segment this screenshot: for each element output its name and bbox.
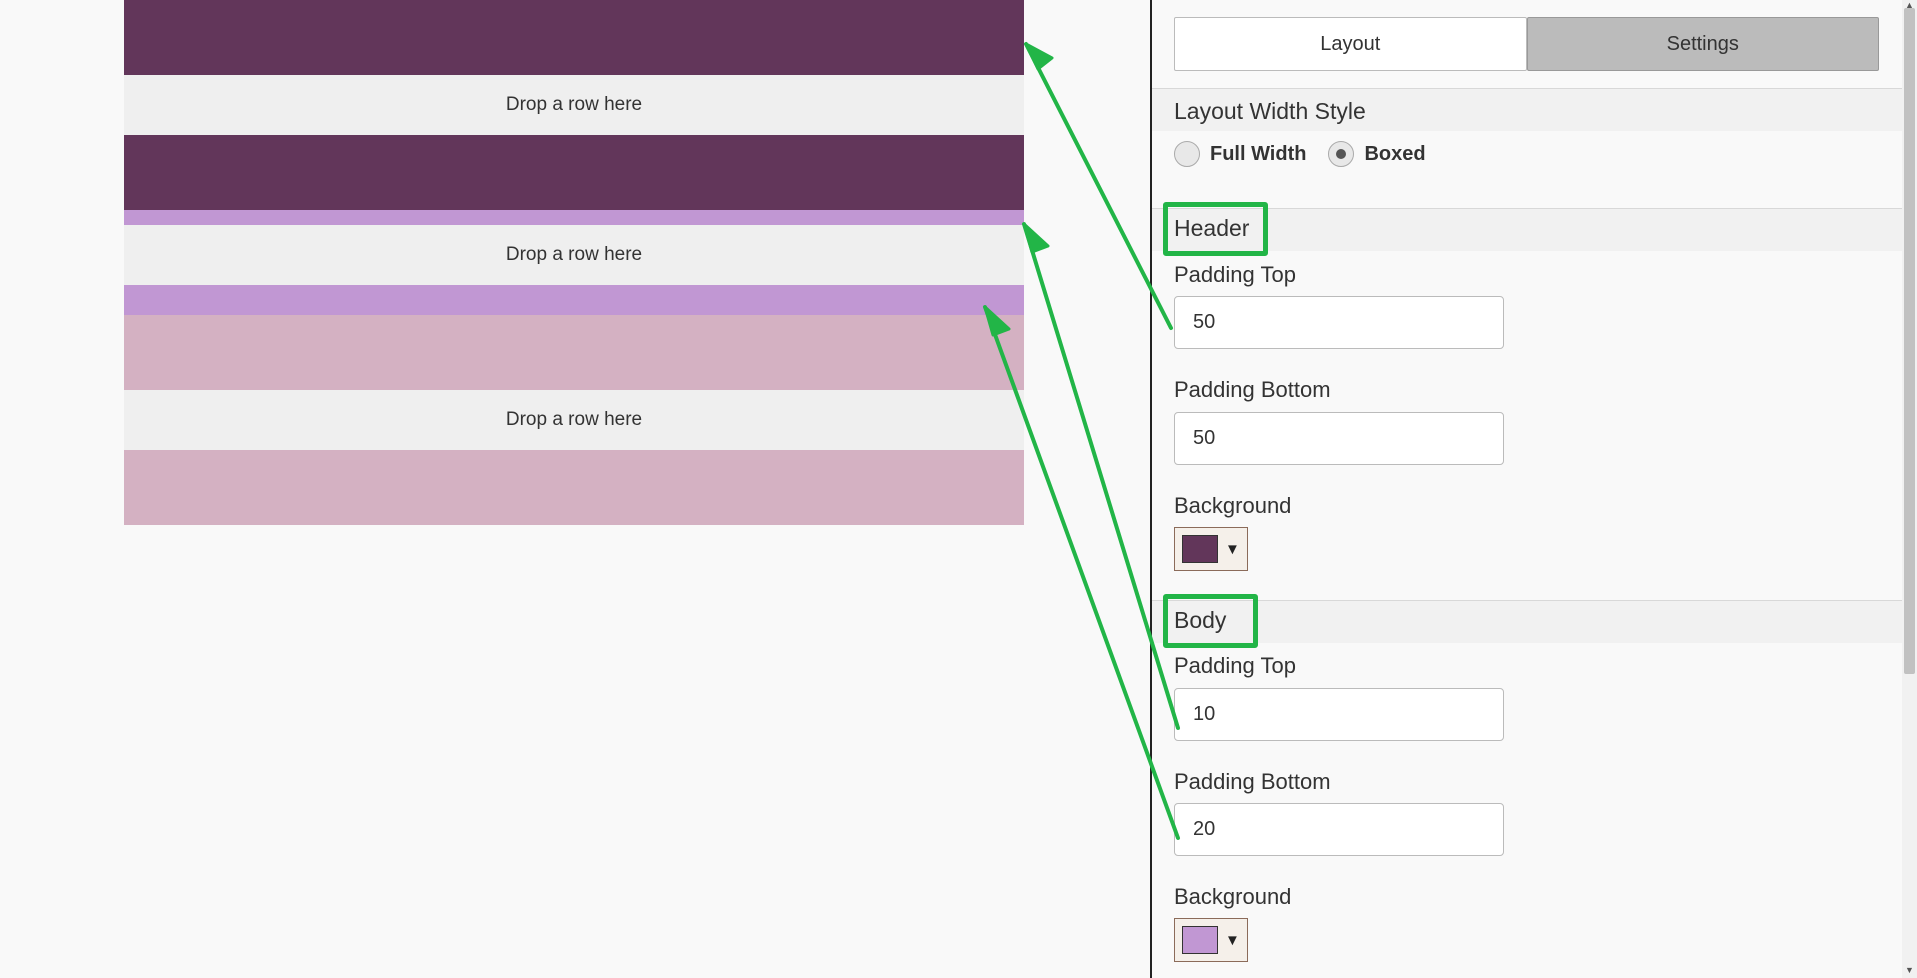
header-drop-zone[interactable]: Drop a row here (124, 75, 1024, 135)
layout-preview: Drop a row here Drop a row here Drop a r… (124, 0, 1024, 525)
body-background-label: Background (1174, 884, 1292, 909)
body-section-bar (1152, 601, 1902, 643)
header-background-swatch (1182, 535, 1218, 563)
body-padding-top (124, 210, 1024, 225)
footer-padding-bottom (124, 450, 1024, 525)
radio-boxed[interactable]: Boxed (1328, 141, 1426, 167)
header-padding-bottom (124, 135, 1024, 210)
panel-scrollbar[interactable]: ▲ ▼ (1902, 0, 1917, 978)
body-padding-bottom (124, 285, 1024, 315)
panel-tabs: Layout Settings (1174, 17, 1879, 71)
caret-down-icon: ▼ (1225, 540, 1240, 558)
tab-settings[interactable]: Settings (1526, 17, 1879, 71)
radio-full-width-label: Full Width (1210, 142, 1307, 165)
settings-panel: Layout Settings Layout Width Style Full … (1152, 0, 1902, 978)
header-padding-bottom-label: Padding Bottom (1174, 377, 1331, 402)
body-padding-top-input[interactable] (1174, 688, 1504, 741)
header-background-picker[interactable]: ▼ (1174, 527, 1248, 571)
layout-width-radio-group: Full Width Boxed (1174, 141, 1448, 167)
radio-boxed-circle[interactable] (1328, 141, 1355, 167)
body-padding-bottom-input[interactable] (1174, 803, 1504, 856)
drop-zone-label: Drop a row here (505, 94, 643, 115)
header-padding-top-input[interactable] (1174, 296, 1504, 349)
body-background-swatch (1182, 926, 1218, 954)
scrollbar-thumb[interactable] (1904, 8, 1915, 674)
drop-zone-label: Drop a row here (505, 409, 643, 430)
radio-full-width-circle[interactable] (1174, 141, 1200, 167)
layout-canvas: Drop a row here Drop a row here Drop a r… (0, 0, 1150, 978)
scroll-down-arrow-icon[interactable]: ▼ (1902, 965, 1917, 975)
layout-width-title: Layout Width Style (1174, 98, 1366, 124)
header-padding-top-label: Padding Top (1174, 262, 1296, 287)
tab-layout[interactable]: Layout (1174, 17, 1527, 71)
header-section-title: Header (1174, 215, 1250, 241)
header-padding-bottom-input[interactable] (1174, 412, 1504, 465)
caret-down-icon: ▼ (1225, 931, 1240, 949)
radio-full-width[interactable]: Full Width (1174, 141, 1306, 167)
radio-boxed-label: Boxed (1364, 142, 1426, 165)
body-padding-bottom-label: Padding Bottom (1174, 769, 1331, 794)
drop-zone-label: Drop a row here (505, 244, 643, 265)
header-padding-top (124, 0, 1024, 75)
body-padding-top-label: Padding Top (1174, 653, 1296, 678)
body-section-title: Body (1174, 607, 1227, 633)
body-background-picker[interactable]: ▼ (1174, 918, 1248, 962)
footer-drop-zone[interactable]: Drop a row here (124, 390, 1024, 450)
footer-padding-top (124, 315, 1024, 390)
header-background-label: Background (1174, 493, 1292, 518)
body-drop-zone[interactable]: Drop a row here (124, 225, 1024, 285)
